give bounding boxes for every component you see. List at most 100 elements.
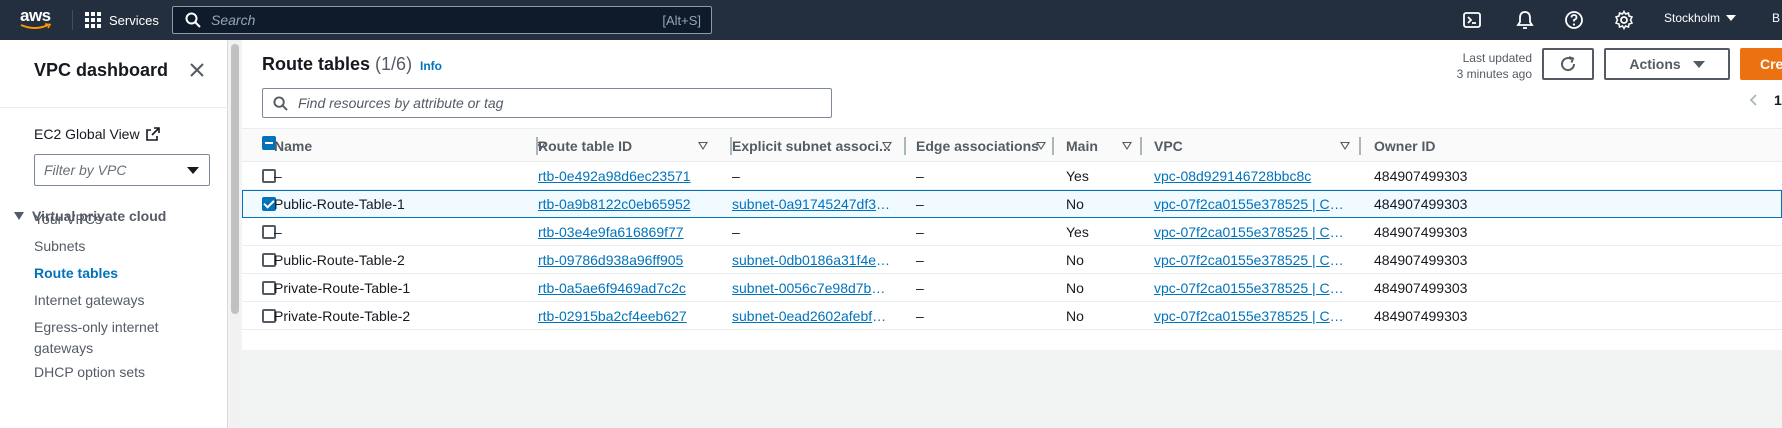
caret-down-icon: [187, 166, 199, 174]
region-selector[interactable]: Stockholm: [1664, 11, 1737, 25]
cell-owner-id: 484907499303: [1374, 252, 1468, 268]
cell-owner-id: 484907499303: [1374, 196, 1468, 212]
column-header-explicit-subnet-associations[interactable]: Explicit subnet associ...: [732, 129, 902, 163]
sort-icon: [882, 142, 892, 150]
cell-owner-id: 484907499303: [1374, 308, 1468, 324]
table-row[interactable]: Public-Route-Table-1 rtb-0a9b8122c0eb659…: [242, 190, 1782, 218]
cell-subnet-associations-link[interactable]: subnet-0a91745247df30...: [732, 190, 892, 218]
cell-main: Yes: [1066, 224, 1089, 240]
filter-by-vpc-placeholder: Filter by VPC: [44, 162, 127, 178]
cell-name: Private-Route-Table-2: [274, 308, 411, 324]
cell-subnet-associations-link[interactable]: subnet-0db0186a31f4ec...: [732, 246, 892, 274]
table-row[interactable]: – rtb-03e4e9fa616869f77 – – Yes vpc-07f2…: [242, 218, 1782, 246]
column-header-route-table-id[interactable]: Route table ID: [538, 129, 718, 163]
cell-route-table-id-link[interactable]: rtb-09786d938a96ff905: [538, 246, 718, 274]
actions-dropdown-button[interactable]: Actions: [1604, 48, 1730, 80]
column-resizer[interactable]: [1052, 137, 1054, 155]
cell-edge-associations: –: [916, 308, 924, 324]
cell-owner-id: 484907499303: [1374, 280, 1468, 296]
cell-vpc-link[interactable]: vpc-07f2ca0155e378525 | Caps...: [1154, 302, 1348, 330]
cell-vpc-link[interactable]: vpc-07f2ca0155e378525 | Caps...: [1154, 274, 1348, 302]
cell-route-table-id-link[interactable]: rtb-03e4e9fa616869f77: [538, 218, 718, 246]
account-menu[interactable]: B: [1772, 11, 1780, 25]
table-row[interactable]: Public-Route-Table-2 rtb-09786d938a96ff9…: [242, 246, 1782, 274]
cell-subnet-associations-link[interactable]: subnet-0ead2602afebf6e...: [732, 302, 892, 330]
sidebar-item-egress-only-internet-gateways[interactable]: Egress-only internet gateways: [34, 317, 174, 359]
aws-logo[interactable]: aws: [20, 7, 54, 32]
cell-name: Public-Route-Table-2: [274, 252, 405, 268]
region-label: Stockholm: [1664, 11, 1721, 25]
cell-vpc-link[interactable]: vpc-08d929146728bbc8c: [1154, 162, 1348, 190]
sidebar-item-your-vpcs[interactable]: Your VPCs: [34, 209, 102, 230]
cell-vpc-link[interactable]: vpc-07f2ca0155e378525 | Caps...: [1154, 246, 1348, 274]
scrollbar-thumb[interactable]: [231, 44, 239, 314]
services-label: Services: [109, 12, 159, 28]
ec2-global-view-label: EC2 Global View: [34, 126, 140, 142]
cell-edge-associations: –: [916, 196, 924, 212]
caret-down-icon: [1692, 60, 1705, 68]
cell-main: Yes: [1066, 168, 1089, 184]
previous-page-icon[interactable]: [1746, 92, 1762, 108]
page-title-text: Route tables: [262, 54, 371, 74]
create-route-table-button[interactable]: Create route table: [1740, 48, 1782, 80]
expand-triangle-icon: [14, 212, 24, 220]
global-search-input[interactable]: Search [Alt+S]: [172, 6, 712, 34]
help-icon[interactable]: [1564, 10, 1584, 30]
sidebar-title[interactable]: VPC dashboard: [34, 60, 168, 81]
column-header-main[interactable]: Main: [1066, 129, 1146, 163]
cell-vpc-link[interactable]: vpc-07f2ca0155e378525 | Caps...: [1154, 190, 1348, 218]
column-header-edge-associations[interactable]: Edge associations: [916, 129, 1066, 163]
selection-count: (1/6): [375, 54, 413, 74]
nav-divider: [72, 10, 73, 30]
filter-by-vpc-select[interactable]: Filter by VPC: [34, 154, 210, 186]
table-row[interactable]: – rtb-0e492a98d6ec23571 – – Yes vpc-08d9…: [242, 162, 1782, 190]
ec2-global-view-link[interactable]: EC2 Global View: [34, 126, 160, 142]
refresh-icon: [1561, 56, 1576, 72]
cell-route-table-id-link[interactable]: rtb-0e492a98d6ec23571: [538, 162, 718, 190]
sidebar-item-dhcp-option-sets[interactable]: DHCP option sets: [34, 362, 145, 383]
notifications-bell-icon[interactable]: [1515, 10, 1535, 30]
services-menu-button[interactable]: Services: [85, 10, 159, 30]
cell-vpc-link[interactable]: vpc-07f2ca0155e378525 | Caps...: [1154, 218, 1348, 246]
cell-route-table-id-link[interactable]: rtb-0a9b8122c0eb65952: [538, 190, 718, 218]
cell-edge-associations: –: [916, 224, 924, 240]
current-page-number[interactable]: 1: [1774, 92, 1782, 108]
column-resizer[interactable]: [1359, 137, 1361, 155]
actions-label: Actions: [1629, 56, 1681, 72]
cell-subnet-associations-link[interactable]: subnet-0056c7e98d7b15...: [732, 274, 892, 302]
settings-gear-icon[interactable]: [1614, 10, 1634, 30]
column-header-vpc[interactable]: VPC: [1154, 129, 1354, 163]
info-link[interactable]: Info: [420, 59, 442, 73]
resource-filter-input[interactable]: Find resources by attribute or tag: [262, 88, 832, 118]
sort-icon: [1340, 142, 1350, 150]
sort-icon: [698, 142, 708, 150]
search-placeholder: Search: [211, 12, 256, 28]
sidebar-divider: [0, 107, 228, 108]
sidebar-scrollbar[interactable]: [230, 40, 240, 428]
sidebar-item-subnets[interactable]: Subnets: [34, 236, 85, 257]
column-resizer[interactable]: [904, 137, 906, 155]
external-link-icon: [145, 127, 160, 141]
cloudshell-icon[interactable]: [1462, 10, 1482, 30]
table-header: Name Route table ID Explicit subnet asso…: [242, 128, 1782, 162]
sidebar-item-internet-gateways[interactable]: Internet gateways: [34, 290, 145, 311]
cell-owner-id: 484907499303: [1374, 224, 1468, 240]
cell-main: No: [1066, 280, 1084, 296]
top-navigation: aws Services Search [Alt+S] Stockholm B: [0, 0, 1782, 40]
cell-route-table-id-link[interactable]: rtb-0a5ae6f9469ad7c2c: [538, 274, 718, 302]
sidebar-item-route-tables[interactable]: Route tables: [34, 263, 118, 284]
column-resizer[interactable]: [1140, 137, 1142, 155]
route-tables-panel: Route tables (1/6) Info Last updated 3 m…: [242, 40, 1782, 350]
refresh-button[interactable]: [1542, 48, 1594, 80]
table-row[interactable]: Private-Route-Table-1 rtb-0a5ae6f9469ad7…: [242, 274, 1782, 302]
column-header-name[interactable]: Name: [274, 129, 564, 163]
table-row[interactable]: Private-Route-Table-2 rtb-02915ba2cf4eeb…: [242, 302, 1782, 330]
last-updated: Last updated 3 minutes ago: [1422, 50, 1532, 82]
close-icon[interactable]: [189, 62, 205, 78]
side-navigation: VPC dashboard EC2 Global View Filter by …: [0, 40, 228, 428]
cell-owner-id: 484907499303: [1374, 168, 1468, 184]
column-header-owner-id[interactable]: Owner ID: [1374, 129, 1494, 163]
cell-route-table-id-link[interactable]: rtb-02915ba2cf4eeb627: [538, 302, 718, 330]
cell-subnet-associations: –: [732, 224, 740, 240]
sort-icon: [1036, 142, 1046, 150]
